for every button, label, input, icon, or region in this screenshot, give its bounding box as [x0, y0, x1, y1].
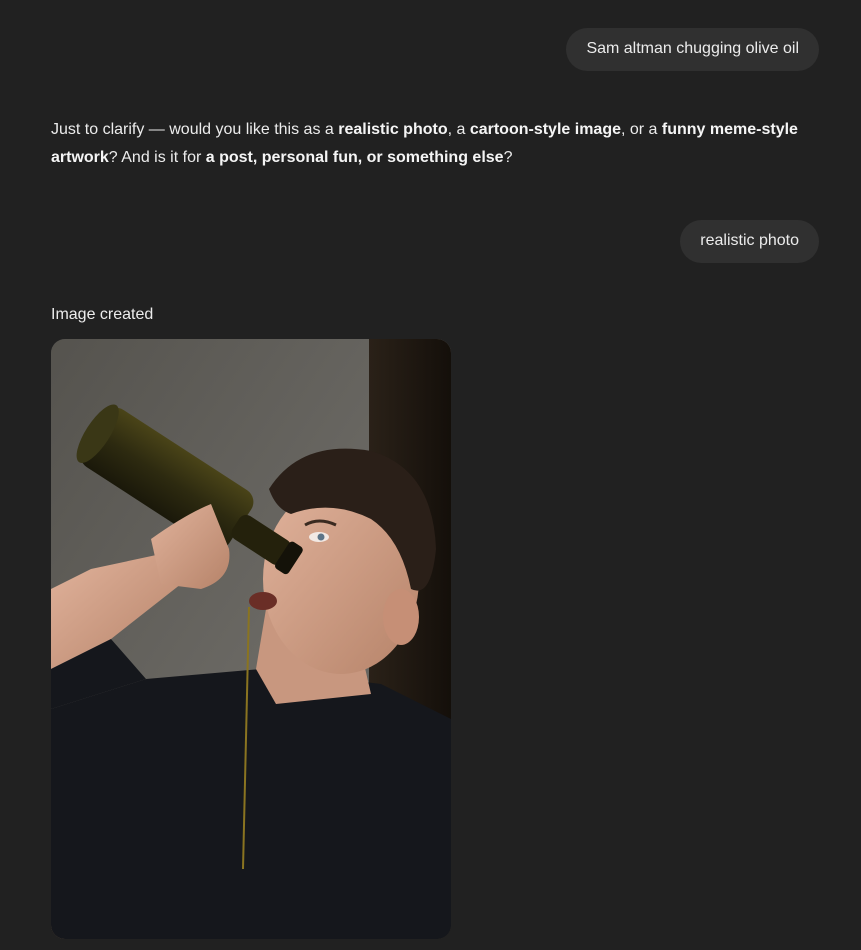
mouth [249, 592, 277, 610]
generated-photo-illustration [51, 339, 451, 939]
dark-sweater [51, 669, 451, 939]
ear [383, 589, 419, 645]
user-message-bubble: Sam altman chugging olive oil [566, 28, 819, 71]
assistant-text: ? [503, 149, 513, 166]
image-created-label: Image created [51, 306, 154, 323]
assistant-message: Just to clarify — would you like this as… [51, 116, 811, 172]
assistant-text: ? And is it for [108, 149, 206, 166]
assistant-purpose-options: a post, personal fun, or something else [205, 149, 504, 166]
assistant-text: Just to clarify — would you like this as… [51, 121, 339, 138]
assistant-option-realistic: realistic photo [338, 121, 448, 138]
user-message-text: Sam altman chugging olive oil [586, 40, 799, 57]
assistant-option-cartoon: cartoon-style image [469, 121, 621, 138]
user-message-text: realistic photo [700, 232, 799, 249]
assistant-text: , a [447, 121, 470, 138]
iris [317, 533, 325, 541]
generated-image[interactable] [51, 339, 451, 939]
user-message-bubble: realistic photo [680, 220, 819, 263]
chat-thread: Sam altman chugging olive oil Just to cl… [0, 0, 861, 950]
assistant-text: , or a [620, 121, 662, 138]
